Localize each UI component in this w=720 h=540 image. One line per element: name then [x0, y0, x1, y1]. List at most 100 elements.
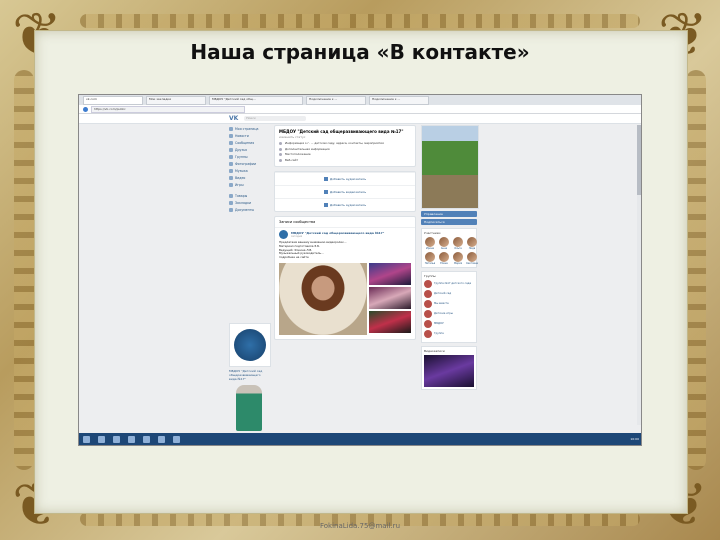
- group-name: Мы вместе: [434, 302, 449, 306]
- group-item[interactable]: Детский сад: [424, 290, 474, 298]
- avatar: [467, 237, 477, 247]
- app-icon[interactable]: [173, 435, 180, 443]
- avatar: [424, 280, 432, 288]
- nav-item[interactable]: Документы: [229, 206, 267, 213]
- member[interactable]: Анна: [438, 237, 450, 250]
- members-title: Участники: [424, 231, 441, 235]
- groups-card: Группы Группа №17 детского сада Детский …: [421, 271, 477, 343]
- back-icon[interactable]: [83, 106, 88, 112]
- browser-tabbar: vk.com Мои закладки МБДОУ "Детский сад о…: [79, 95, 641, 105]
- cover-photo[interactable]: [421, 125, 479, 209]
- nav-item[interactable]: Сообщения: [229, 139, 267, 146]
- member[interactable]: Лида: [466, 237, 478, 250]
- nav-label: Группы: [235, 154, 248, 159]
- subscribe-button[interactable]: Подписаться: [421, 219, 477, 225]
- videos-title: Видеозаписи: [424, 349, 445, 353]
- nav-item[interactable]: Группы: [229, 153, 267, 160]
- nav-item[interactable]: Новости: [229, 132, 267, 139]
- address-bar: https://vk.com/public: [79, 105, 641, 114]
- nav-label: Видео: [235, 175, 246, 180]
- group-item[interactable]: Группа №17 детского сада: [424, 280, 474, 288]
- members-card: Участники Ирина Анна Ольга Лида Наталья …: [421, 228, 478, 268]
- post-photo[interactable]: [369, 311, 411, 334]
- group-item[interactable]: Мы вместе: [424, 300, 474, 308]
- action-label: Добавить аудиозапись: [329, 203, 367, 208]
- video-thumbnail[interactable]: [424, 355, 474, 387]
- action-label: Добавить аудиозапись: [329, 177, 367, 182]
- group-name: Группа №17 детского сада: [434, 282, 472, 286]
- nav-item[interactable]: Фотографии: [229, 160, 267, 167]
- scrollbar-thumb[interactable]: [637, 125, 641, 195]
- member[interactable]: Елена: [438, 252, 450, 265]
- vine-right: [686, 70, 706, 470]
- community-avatar[interactable]: [229, 323, 271, 367]
- word-icon[interactable]: [158, 435, 165, 443]
- group-item[interactable]: МБДОУ: [424, 320, 474, 328]
- member-name: Светлана: [466, 262, 478, 265]
- ad-photo[interactable]: [236, 385, 262, 431]
- group-item[interactable]: Детские игры: [424, 310, 474, 318]
- add-audio-button[interactable]: Добавить аудиозапись: [275, 198, 415, 211]
- member[interactable]: Ольга: [452, 237, 464, 250]
- nav-item[interactable]: Друзья: [229, 146, 267, 153]
- member[interactable]: Наталья: [424, 252, 436, 265]
- browser-icon[interactable]: [113, 435, 120, 443]
- member-name: Наталья: [424, 262, 436, 265]
- folder-icon[interactable]: [128, 435, 135, 443]
- nav-item[interactable]: Закладки: [229, 199, 267, 206]
- member-name: Лида: [468, 247, 476, 250]
- member-name: Елена: [440, 262, 448, 265]
- nav-item[interactable]: Моя страница: [229, 125, 267, 132]
- post-photo[interactable]: [369, 263, 411, 286]
- nav-item[interactable]: Игры: [229, 181, 267, 188]
- post-images: [275, 259, 415, 339]
- url-field[interactable]: https://vk.com/public: [91, 105, 245, 113]
- clock: 10:00: [630, 437, 639, 441]
- nav-icon: [229, 126, 233, 131]
- nav-item[interactable]: Музыка: [229, 167, 267, 174]
- post-photo[interactable]: [279, 263, 367, 336]
- member[interactable]: Светлана: [466, 252, 478, 265]
- nav-item[interactable]: Видео: [229, 174, 267, 181]
- browser-tab[interactable]: Подключение к ...: [369, 95, 429, 105]
- search-input[interactable]: Поиск: [244, 116, 307, 121]
- nav-icon: [229, 200, 233, 205]
- add-audio-button[interactable]: Добавить аудиозапись: [275, 172, 415, 185]
- windows-start-icon[interactable]: [83, 435, 90, 443]
- media-icon[interactable]: [143, 435, 150, 443]
- browser-tab[interactable]: Мои закладки: [146, 95, 206, 105]
- scrollbar[interactable]: [637, 125, 641, 425]
- vk-logo[interactable]: VK: [229, 115, 238, 122]
- slide-title: Наша страница «В контакте»: [190, 40, 530, 64]
- vine-left: [14, 70, 34, 470]
- wall-card: Записи сообщества МБДОУ "Детский сад общ…: [274, 216, 416, 341]
- nav-label: Фотографии: [235, 161, 257, 166]
- nav-label: Моя страница: [235, 126, 259, 131]
- nav-icon: [229, 193, 233, 198]
- nav-label: Игры: [235, 182, 244, 187]
- avatar: [439, 237, 449, 247]
- nav-icon: [229, 154, 233, 159]
- action-label: Добавить видеозапись: [329, 190, 367, 195]
- post-photo[interactable]: [369, 287, 411, 310]
- browser-tab[interactable]: vk.com: [83, 95, 143, 105]
- nav-icon: [229, 182, 233, 187]
- member[interactable]: Мария: [452, 252, 464, 265]
- member[interactable]: Ирина: [424, 237, 436, 250]
- vk-header: VK Поиск: [79, 114, 641, 124]
- avatar: [439, 252, 449, 262]
- nav-item[interactable]: Товары: [229, 192, 267, 199]
- actions-card: Добавить аудиозапись Добавить видеозапис…: [274, 171, 416, 213]
- add-video-button[interactable]: Добавить видеозапись: [275, 185, 415, 198]
- group-item[interactable]: Группа: [424, 330, 474, 338]
- nav-icon: [229, 161, 233, 166]
- manage-button[interactable]: Управление: [421, 211, 477, 217]
- avatar: [453, 237, 463, 247]
- browser-tab[interactable]: Подключение к ...: [306, 95, 366, 105]
- post-author[interactable]: МБДОУ "Детский сад общеразвивающего вида…: [275, 228, 415, 240]
- videos-card: Видеозаписи: [421, 346, 477, 390]
- explorer-icon[interactable]: [98, 435, 105, 443]
- avatar: [424, 290, 432, 298]
- avatar: [424, 330, 432, 338]
- browser-tab[interactable]: МБДОУ "Детский сад общ...: [209, 95, 303, 105]
